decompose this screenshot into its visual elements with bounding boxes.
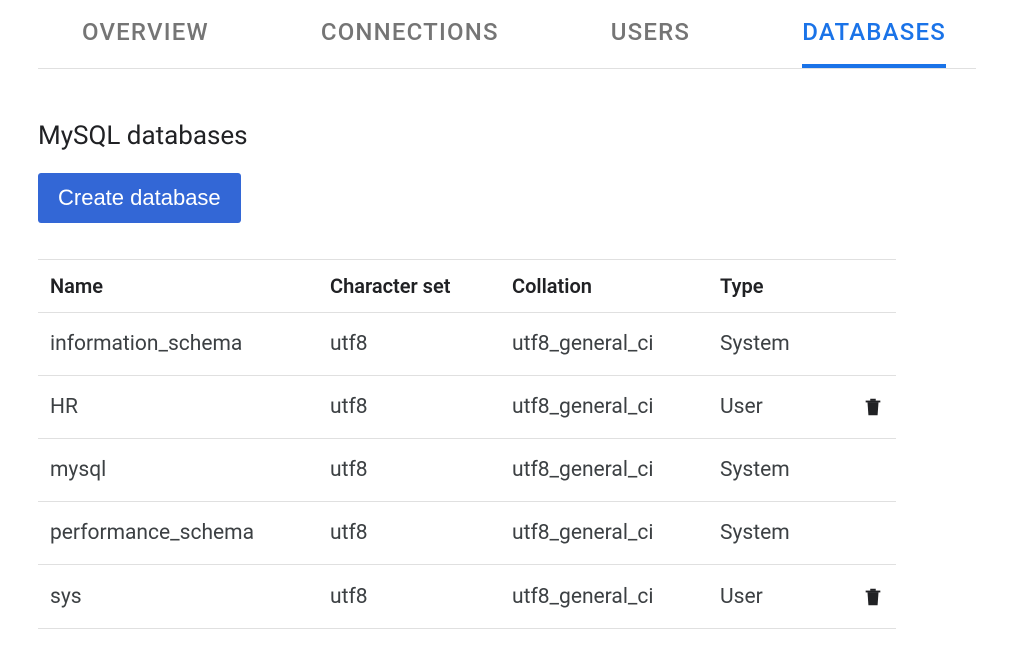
- cell-collation: utf8_general_ci: [500, 565, 708, 628]
- tab-overview[interactable]: OVERVIEW: [82, 18, 209, 68]
- cell-collation: utf8_general_ci: [500, 439, 708, 502]
- cell-action: [818, 565, 896, 628]
- cell-collation: utf8_general_ci: [500, 502, 708, 565]
- table-row: performance_schemautf8utf8_general_ciSys…: [38, 502, 896, 565]
- table-row: mysqlutf8utf8_general_ciSystem: [38, 439, 896, 502]
- cell-charset: utf8: [318, 502, 500, 565]
- cell-collation: utf8_general_ci: [500, 376, 708, 439]
- column-header-charset: Character set: [318, 260, 500, 313]
- column-header-type: Type: [708, 260, 818, 313]
- cell-type: System: [708, 439, 818, 502]
- cell-type: User: [708, 376, 818, 439]
- cell-charset: utf8: [318, 565, 500, 628]
- cell-name: sys: [38, 565, 318, 628]
- trash-icon[interactable]: [862, 585, 884, 609]
- page-title: MySQL databases: [38, 121, 976, 151]
- table-row: sysutf8utf8_general_ciUser: [38, 565, 896, 628]
- create-database-button[interactable]: Create database: [38, 173, 241, 223]
- cell-collation: utf8_general_ci: [500, 313, 708, 376]
- cell-type: System: [708, 313, 818, 376]
- column-header-action: [818, 260, 896, 313]
- cell-name: information_schema: [38, 313, 318, 376]
- tab-connections[interactable]: CONNECTIONS: [321, 18, 499, 68]
- cell-charset: utf8: [318, 376, 500, 439]
- tab-users[interactable]: USERS: [611, 18, 690, 68]
- table-row: information_schemautf8utf8_general_ciSys…: [38, 313, 896, 376]
- cell-action: [818, 502, 896, 565]
- cell-action: [818, 313, 896, 376]
- trash-icon[interactable]: [862, 395, 884, 419]
- cell-type: System: [708, 502, 818, 565]
- table-row: HRutf8utf8_general_ciUser: [38, 376, 896, 439]
- cell-charset: utf8: [318, 313, 500, 376]
- tab-databases[interactable]: DATABASES: [802, 18, 946, 68]
- cell-action: [818, 439, 896, 502]
- column-header-collation: Collation: [500, 260, 708, 313]
- cell-name: performance_schema: [38, 502, 318, 565]
- cell-name: mysql: [38, 439, 318, 502]
- cell-type: User: [708, 565, 818, 628]
- column-header-name: Name: [38, 260, 318, 313]
- tab-bar: OVERVIEW CONNECTIONS USERS DATABASES: [38, 0, 976, 69]
- cell-name: HR: [38, 376, 318, 439]
- cell-action: [818, 376, 896, 439]
- databases-table: Name Character set Collation Type inform…: [38, 259, 896, 629]
- cell-charset: utf8: [318, 439, 500, 502]
